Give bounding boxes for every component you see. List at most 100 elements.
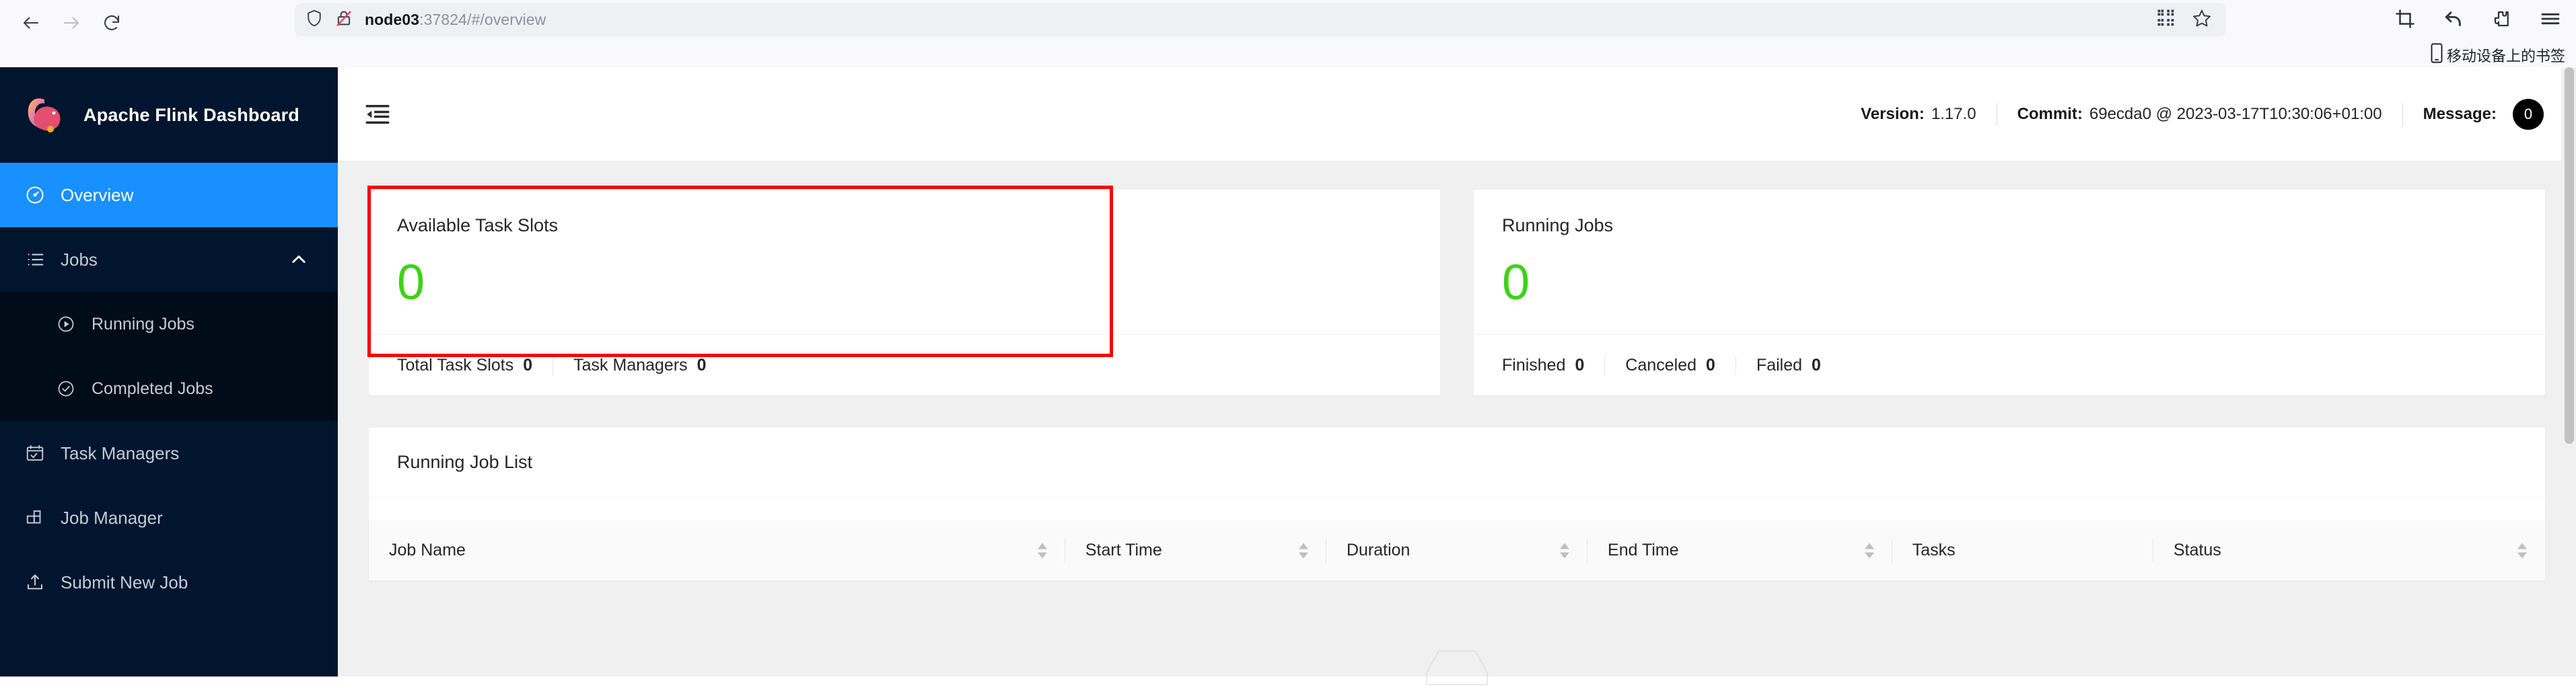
card-value: 0 xyxy=(1502,258,2517,307)
upload-icon xyxy=(24,572,46,593)
star-bookmark-icon[interactable] xyxy=(2191,7,2213,32)
browser-nav-buttons xyxy=(13,5,129,40)
failed-stat: Failed 0 xyxy=(1756,356,1821,375)
message-label: Message: xyxy=(2423,105,2497,124)
bookmarks-bar: 移动设备上的书签 xyxy=(0,42,2576,67)
stat-label: Canceled xyxy=(1625,356,1696,375)
column-label: Start Time xyxy=(1085,541,1306,560)
column-label: End Time xyxy=(1608,541,1872,560)
sidebar: Apache Flink Dashboard Overview Jobs Run… xyxy=(0,67,338,676)
sidebar-item-label: Task Managers xyxy=(61,443,179,464)
column-header-status[interactable]: Status xyxy=(2153,520,2545,581)
qr-code-icon[interactable] xyxy=(2156,8,2176,32)
column-header-job-name[interactable]: Job Name xyxy=(369,520,1065,581)
card-value: 0 xyxy=(397,258,1412,307)
sort-arrows-icon[interactable] xyxy=(1037,543,1048,558)
commit-label: Commit: xyxy=(2017,105,2083,124)
running-job-table: Job Name Start Time xyxy=(369,520,2545,581)
card-footer: Total Task Slots 0 Task Managers 0 xyxy=(369,334,1440,395)
card-footer: Finished 0 Canceled 0 Failed 0 xyxy=(1474,334,2545,395)
column-header-start-time[interactable]: Start Time xyxy=(1065,520,1326,581)
back-icon[interactable] xyxy=(13,5,48,40)
screenshot-crop-icon[interactable] xyxy=(2392,5,2419,32)
sidebar-item-task-managers[interactable]: Task Managers xyxy=(0,421,338,486)
sort-arrows-icon[interactable] xyxy=(1864,543,1875,558)
sort-arrows-icon[interactable] xyxy=(1559,543,1570,558)
stat-value: 0 xyxy=(1812,356,1821,375)
stat-cards-row: Available Task Slots 0 Total Task Slots … xyxy=(369,190,2545,395)
sidebar-item-submit-new-job[interactable]: Submit New Job xyxy=(0,550,338,615)
url-bar[interactable]: node03:37824/#/overview xyxy=(295,3,2226,36)
running-jobs-card: Running Jobs 0 Finished 0 Canceled 0 xyxy=(1474,190,2545,395)
chevron-up-icon[interactable] xyxy=(289,250,308,269)
forward-icon[interactable] xyxy=(54,5,89,40)
reload-icon[interactable] xyxy=(94,5,129,40)
job-table-wrapper: Job Name Start Time xyxy=(369,498,2545,581)
menu-fold-icon[interactable] xyxy=(363,100,392,128)
sidebar-item-label: Running Jobs xyxy=(92,315,194,334)
column-header-end-time[interactable]: End Time xyxy=(1587,520,1892,581)
bookmark-mobile-folder[interactable]: 移动设备上的书签 xyxy=(2429,43,2565,67)
finished-stat: Finished 0 xyxy=(1502,356,1584,375)
shield-icon[interactable] xyxy=(304,8,324,32)
check-circle-icon xyxy=(55,378,77,399)
sidebar-item-label: Submit New Job xyxy=(61,572,188,593)
task-managers-stat: Task Managers 0 xyxy=(573,356,706,375)
sidebar-item-running-jobs[interactable]: Running Jobs xyxy=(0,292,338,356)
stat-label: Task Managers xyxy=(573,356,688,375)
sort-arrows-icon[interactable] xyxy=(1298,543,1309,558)
stat-value: 0 xyxy=(523,356,532,375)
dashboard-icon xyxy=(24,184,46,206)
card-title: Running Jobs xyxy=(1502,215,2517,236)
list-icon xyxy=(24,249,46,270)
stat-value: 0 xyxy=(697,356,707,375)
commit-info: Commit: 69ecda0 @ 2023-03-17T10:30:06+01… xyxy=(2017,105,2382,124)
divider xyxy=(2402,103,2403,126)
sidebar-item-label: Job Manager xyxy=(61,508,163,529)
sidebar-item-label: Jobs xyxy=(61,249,98,270)
column-header-duration[interactable]: Duration xyxy=(1326,520,1587,581)
version-label: Version: xyxy=(1861,105,1925,124)
stat-label: Failed xyxy=(1756,356,1802,375)
build-blocks-icon xyxy=(24,507,46,529)
sidebar-item-label: Completed Jobs xyxy=(92,379,213,399)
brand[interactable]: Apache Flink Dashboard xyxy=(0,67,338,163)
scrollbar-thumb[interactable] xyxy=(2565,67,2574,444)
stat-label: Finished xyxy=(1502,356,1566,375)
sidebar-item-label: Overview xyxy=(61,185,133,206)
flink-squirrel-logo xyxy=(24,94,71,136)
stat-value: 0 xyxy=(1575,356,1585,375)
message-info[interactable]: Message: 0 xyxy=(2423,99,2544,130)
sidebar-item-overview[interactable]: Overview xyxy=(0,163,338,227)
page-scrollbar[interactable] xyxy=(2561,67,2576,676)
sort-arrows-icon[interactable] xyxy=(2517,543,2528,558)
column-header-tasks[interactable]: Tasks xyxy=(1892,520,2153,581)
brand-title: Apache Flink Dashboard xyxy=(83,105,299,126)
running-job-list-title: Running Job List xyxy=(369,428,2545,498)
hamburger-menu-icon[interactable] xyxy=(2537,5,2564,32)
stat-value: 0 xyxy=(1706,356,1715,375)
sidebar-item-job-manager[interactable]: Job Manager xyxy=(0,486,338,550)
stat-label: Total Task Slots xyxy=(397,356,513,375)
divider xyxy=(1604,355,1605,375)
url-host: node03 xyxy=(365,11,419,28)
column-label: Duration xyxy=(1347,541,1567,560)
divider xyxy=(552,355,553,375)
topbar-meta: Version: 1.17.0 Commit: 69ecda0 @ 2023-0… xyxy=(1861,99,2544,130)
overview-board: Available Task Slots 0 Total Task Slots … xyxy=(338,161,2576,676)
browser-toolbar-right xyxy=(2392,5,2564,32)
extension-puzzle-icon[interactable] xyxy=(2489,5,2515,32)
column-label: Tasks xyxy=(1912,541,2133,560)
sidebar-item-completed-jobs[interactable]: Completed Jobs xyxy=(0,356,338,421)
sidebar-item-jobs[interactable]: Jobs xyxy=(0,227,338,292)
undo-arrow-icon[interactable] xyxy=(2440,5,2467,32)
lock-crossed-icon[interactable] xyxy=(334,8,354,32)
url-path: :37824/#/overview xyxy=(419,11,546,28)
flink-dashboard: Apache Flink Dashboard Overview Jobs Run… xyxy=(0,67,2576,676)
jobs-submenu: Running Jobs Completed Jobs xyxy=(0,292,338,421)
version-value: 1.17.0 xyxy=(1931,105,1976,124)
table-header-row: Job Name Start Time xyxy=(369,520,2545,581)
main-content: Version: 1.17.0 Commit: 69ecda0 @ 2023-0… xyxy=(338,67,2576,676)
url-text: node03:37824/#/overview xyxy=(365,11,546,29)
play-circle-icon xyxy=(55,313,77,335)
